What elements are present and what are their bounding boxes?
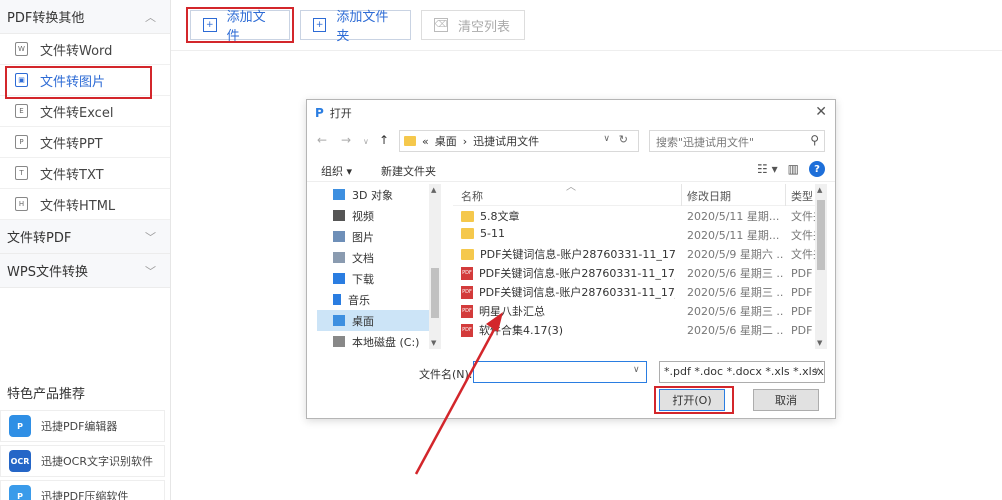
arrow-shaft (414, 325, 498, 475)
annotation-arrow (414, 312, 503, 475)
arrow-head (486, 312, 503, 332)
